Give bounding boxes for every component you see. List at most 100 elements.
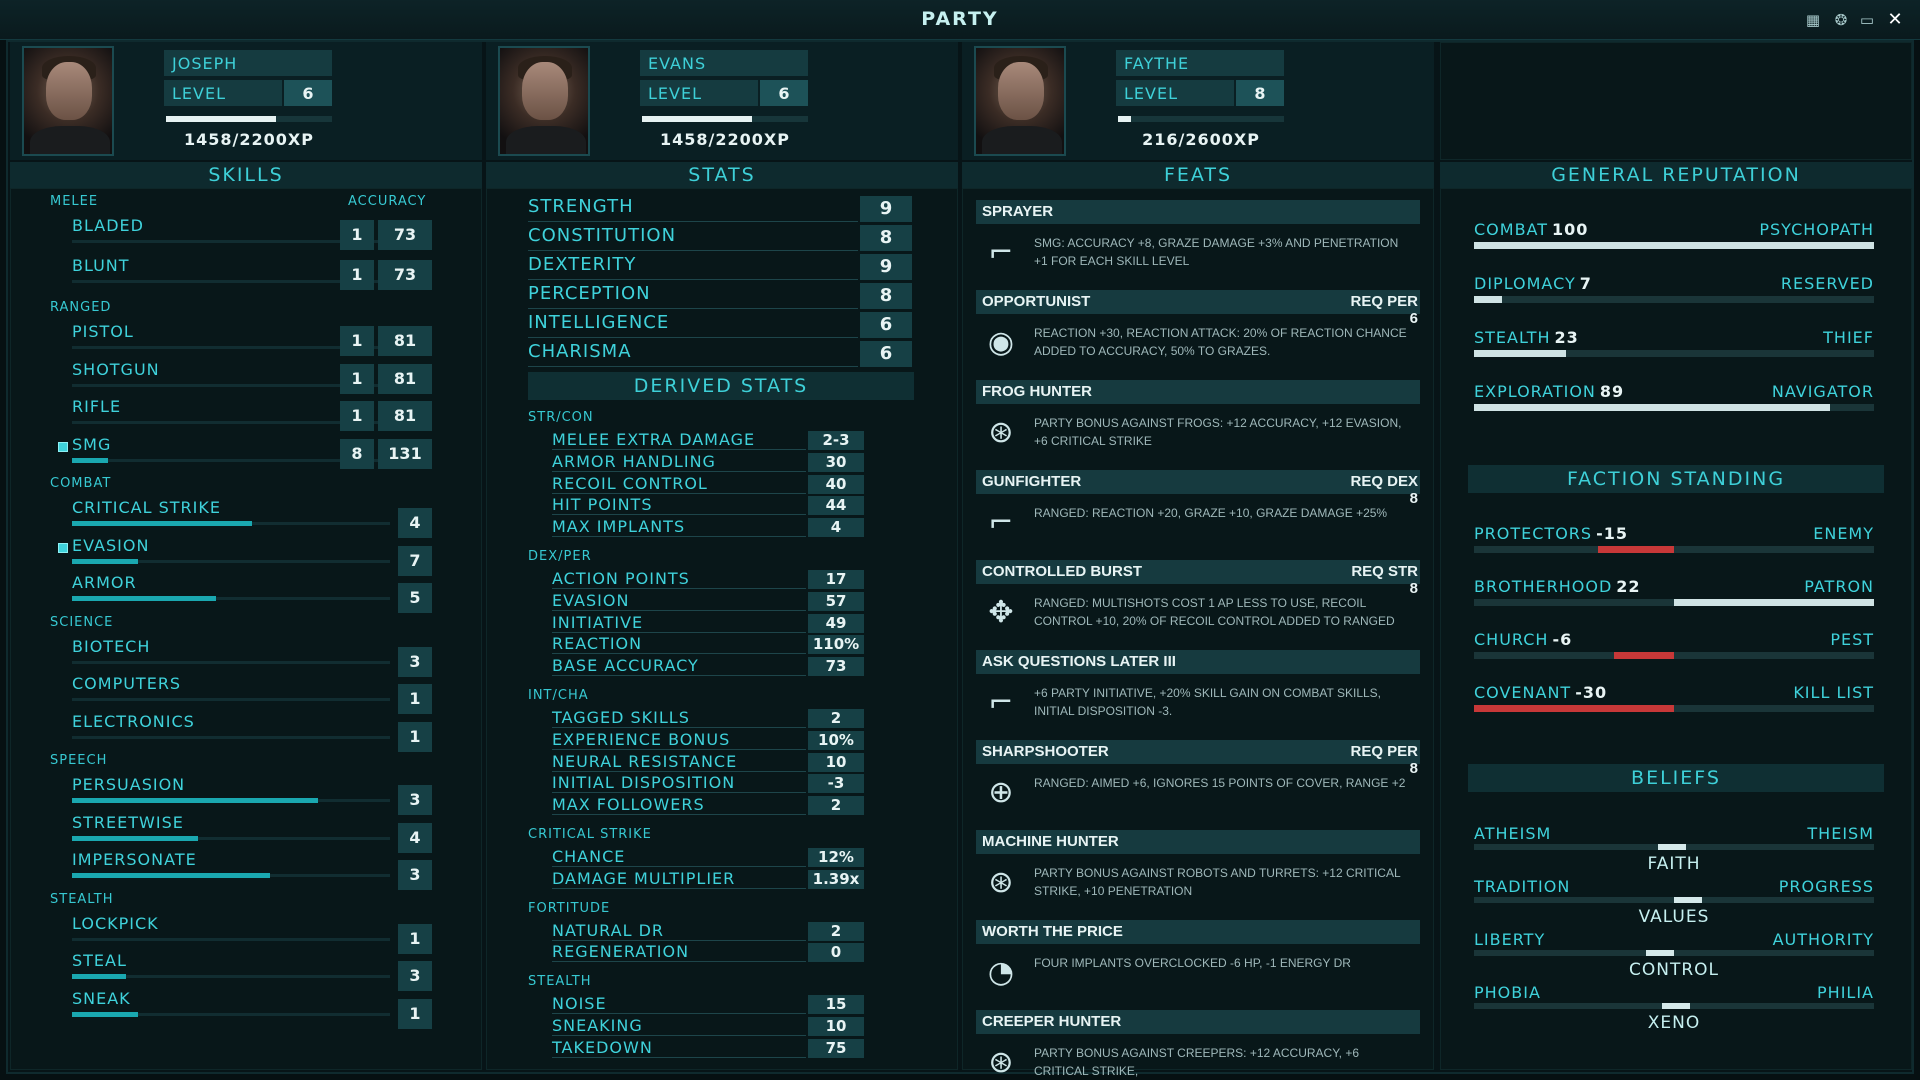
derived-stat-name[interactable]: INITIATIVE [552, 613, 806, 633]
smg-icon: ⌐ [988, 235, 1014, 270]
stat-name[interactable]: DEXTERITY [528, 254, 858, 280]
monitor-icon[interactable]: ▭ [1858, 11, 1876, 29]
skill-name[interactable]: CRITICAL STRIKE [72, 498, 221, 517]
derived-stat-name[interactable]: RECOIL CONTROL [552, 474, 806, 494]
derived-stat-name[interactable]: MAX IMPLANTS [552, 517, 806, 538]
derived-stat-name[interactable]: SNEAKING [552, 1016, 806, 1036]
skill-accuracy-value: 131 [378, 438, 432, 469]
derived-stat-name[interactable]: TAGGED SKILLS [552, 708, 806, 728]
feat-description: RANGED: MULTISHOTS COST 1 AP LESS TO USE… [1034, 596, 1395, 628]
skill-name[interactable]: PISTOL [72, 322, 134, 341]
character-portrait[interactable] [22, 46, 114, 156]
derived-stat-name[interactable]: HIT POINTS [552, 495, 806, 516]
derived-stat-name[interactable]: MELEE EXTRA DAMAGE [552, 430, 806, 450]
reputation-rank: THIEF [1823, 328, 1874, 347]
skills-category-label: MELEE [50, 194, 99, 209]
derived-stat-value: 75 [808, 1038, 864, 1058]
skill-progress-bar [72, 798, 318, 803]
reputation-bar-fill [1474, 296, 1502, 303]
skill-name[interactable]: SMG [72, 435, 111, 454]
frog-icon: ⊛ [988, 415, 1014, 450]
skill-name[interactable]: PERSUASION [72, 775, 185, 794]
feat-title[interactable]: FROG HUNTER [976, 380, 1420, 404]
belief-right-label: PHILIA [1817, 983, 1874, 1002]
stat-value: 6 [860, 341, 912, 367]
skill-name[interactable]: SNEAK [72, 989, 131, 1008]
derived-stat-name[interactable]: BASE ACCURACY [552, 656, 806, 677]
derived-stat-name[interactable]: EVASION [552, 591, 806, 611]
belief-axis-label: FAITH [1647, 854, 1701, 874]
skill-name[interactable]: BIOTECH [72, 637, 150, 656]
faction-rank: PEST [1830, 630, 1874, 649]
stat-name[interactable]: CHARISMA [528, 341, 858, 367]
derived-stat-name[interactable]: REGENERATION [552, 942, 806, 963]
skill-name[interactable]: SHOTGUN [72, 360, 160, 379]
feat-title[interactable]: WORTH THE PRICE [976, 920, 1420, 944]
skill-name[interactable]: BLUNT [72, 256, 130, 275]
level-label: LEVEL [640, 80, 758, 106]
derived-stat-value: 15 [808, 995, 864, 1015]
derived-stat-name[interactable]: EXPERIENCE BONUS [552, 730, 806, 750]
empty-party-slot[interactable] [1440, 42, 1912, 160]
derived-stat-name[interactable]: ACTION POINTS [552, 569, 806, 589]
derived-stat-name[interactable]: ARMOR HANDLING [552, 452, 806, 472]
close-icon[interactable]: ✕ [1886, 11, 1904, 29]
skill-level-value: 3 [398, 860, 432, 890]
skill-name[interactable]: ELECTRONICS [72, 712, 195, 731]
derived-stat-name[interactable]: NOISE [552, 994, 806, 1015]
derived-stat-value: 110% [808, 635, 864, 655]
feat-description: REACTION +30, REACTION ATTACK: 20% OF RE… [1034, 326, 1407, 358]
feat-description: PARTY BONUS AGAINST ROBOTS AND TURRETS: … [1034, 866, 1401, 898]
skill-name[interactable]: STREETWISE [72, 813, 184, 832]
calendar-icon[interactable]: ▦ [1804, 11, 1822, 29]
belief-axis-label: CONTROL [1628, 960, 1720, 980]
derived-stat-name[interactable]: INITIAL DISPOSITION [552, 773, 806, 794]
character-portrait[interactable] [974, 46, 1066, 156]
skill-category-label: COMBAT [50, 476, 112, 491]
character-name: JOSEPH [164, 50, 332, 76]
skill-accuracy-value: 81 [378, 363, 432, 394]
skill-name[interactable]: BLADED [72, 216, 144, 235]
feat-title[interactable]: MACHINE HUNTER [976, 830, 1420, 854]
skill-accuracy-value: 73 [378, 220, 432, 250]
derived-group-label: DEX/PER [528, 549, 592, 564]
tagged-skill-marker[interactable] [58, 542, 68, 553]
feat-title[interactable]: ASK QUESTIONS LATER III [976, 650, 1420, 674]
belief-marker [1662, 1003, 1690, 1009]
skill-underline [72, 937, 390, 941]
feat-title[interactable]: SPRAYER [976, 200, 1420, 224]
character-portrait[interactable] [498, 46, 590, 156]
derived-stat-name[interactable]: CHANCE [552, 847, 806, 867]
skill-name[interactable]: COMPUTERS [72, 674, 181, 693]
reputation-rank: PSYCHOPATH [1759, 220, 1874, 239]
stat-value: 9 [860, 254, 912, 280]
faction-rank: PATRON [1804, 577, 1874, 596]
feat-title[interactable]: CREEPER HUNTER [976, 1010, 1420, 1034]
skill-name[interactable]: ARMOR [72, 573, 137, 592]
brain-icon[interactable]: ❂ [1832, 11, 1850, 29]
stat-name[interactable]: INTELLIGENCE [528, 312, 858, 338]
derived-stat-name[interactable]: TAKEDOWN [552, 1038, 806, 1058]
window-title: PARTY [921, 8, 999, 30]
faction-bar [1474, 705, 1874, 712]
derived-stat-name[interactable]: REACTION [552, 634, 806, 655]
skill-name[interactable]: LOCKPICK [72, 914, 159, 933]
stat-name[interactable]: PERCEPTION [528, 283, 858, 309]
derived-stat-name[interactable]: NEURAL RESISTANCE [552, 752, 806, 772]
gauge-icon: ◔ [987, 955, 1015, 990]
derived-stat-value: 30 [808, 452, 864, 472]
skill-name[interactable]: IMPERSONATE [72, 850, 197, 869]
derived-stat-name[interactable]: DAMAGE MULTIPLIER [552, 869, 806, 889]
skill-name[interactable]: STEAL [72, 951, 127, 970]
skill-name[interactable]: RIFLE [72, 397, 121, 416]
crosshair-icon: ⊕ [988, 775, 1014, 810]
skill-name[interactable]: EVASION [72, 536, 149, 555]
stat-name[interactable]: STRENGTH [528, 196, 858, 222]
skill-level-value: 1 [398, 684, 432, 714]
portrait-body [30, 126, 110, 154]
derived-stat-name[interactable]: MAX FOLLOWERS [552, 795, 806, 816]
stat-name[interactable]: CONSTITUTION [528, 225, 858, 251]
derived-stat-name[interactable]: NATURAL DR [552, 921, 806, 941]
derived-group-label: CRITICAL STRIKE [528, 827, 652, 842]
tagged-skill-marker[interactable] [58, 441, 68, 452]
